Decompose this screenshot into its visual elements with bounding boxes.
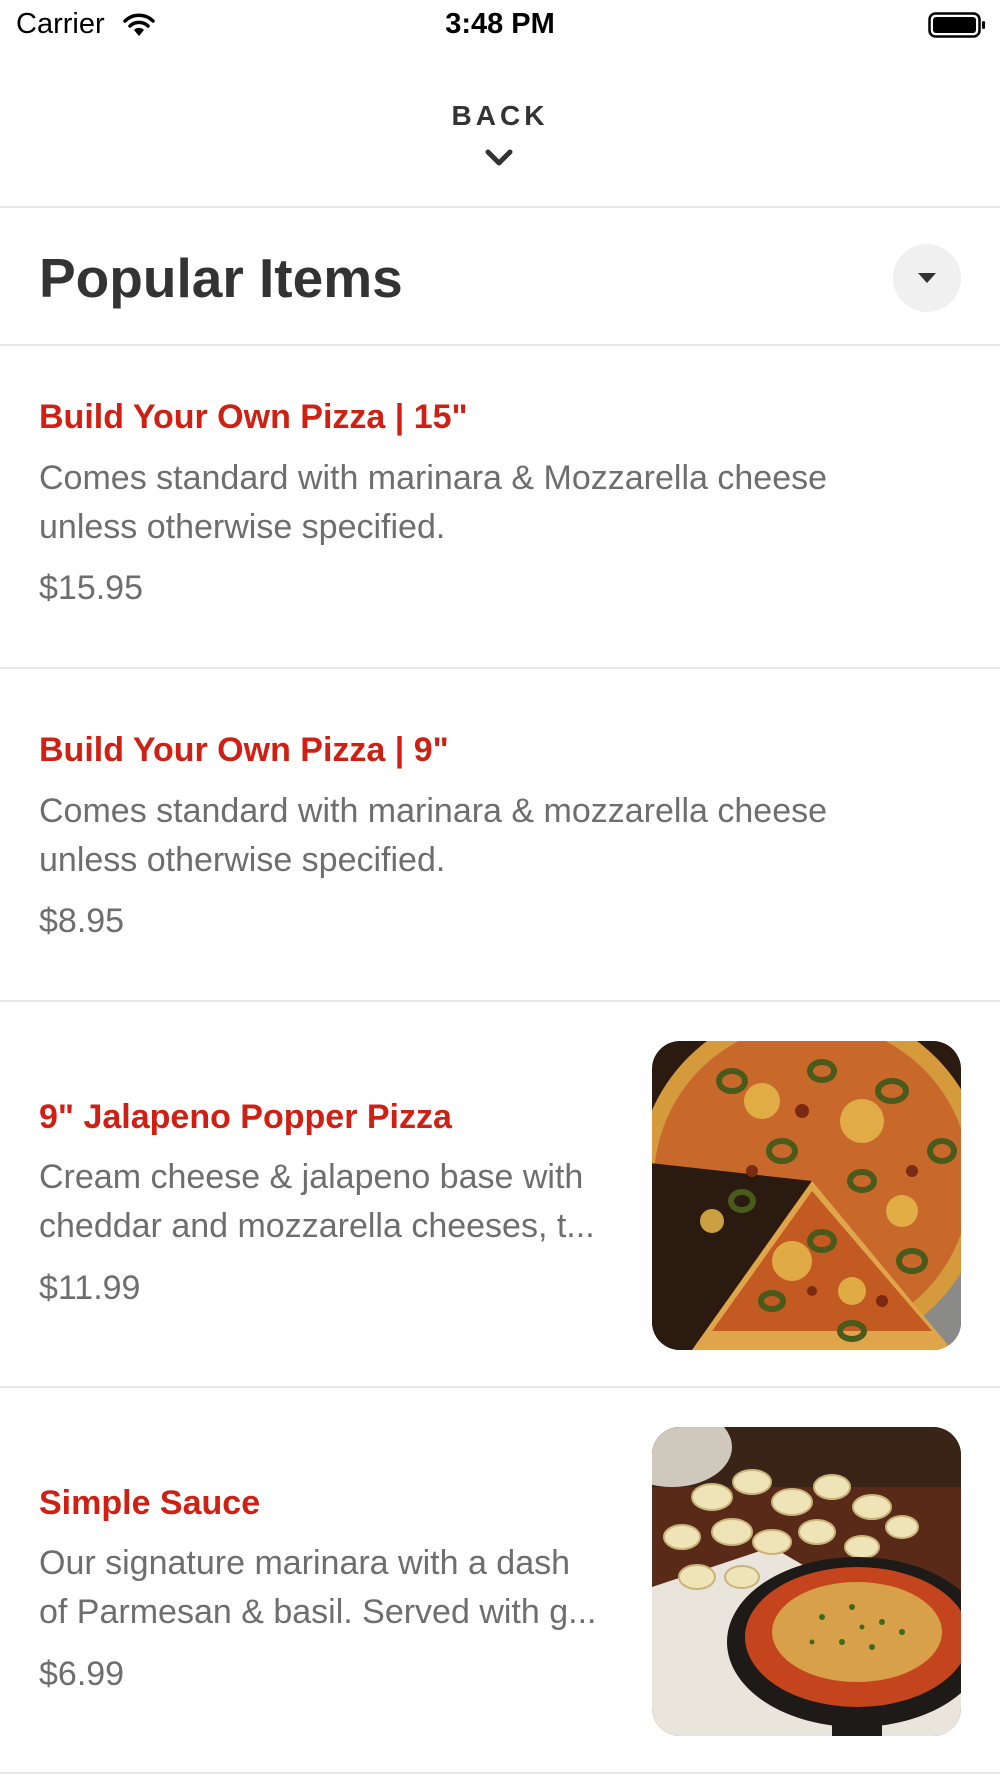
collapse-section-button[interactable]	[893, 244, 961, 312]
item-description-line: Our signature marinara with a dash	[39, 1544, 571, 1582]
chevron-down-icon[interactable]	[484, 148, 514, 168]
item-description-line: of Parmesan & basil. Served with g...	[39, 1593, 597, 1631]
pizza-photo	[652, 1041, 961, 1350]
item-price: $6.99	[39, 1655, 125, 1693]
jalapeno-pizza-image[interactable]	[652, 1041, 961, 1350]
clock-time: 3:48 PM	[445, 8, 555, 40]
section-header: Popular Items	[0, 208, 1000, 346]
menu-item[interactable]: Build Your Own Pizza | 15" Comes standar…	[0, 346, 1000, 669]
item-name: Simple Sauce	[39, 1484, 261, 1522]
item-description-line: unless otherwise specified.	[39, 841, 446, 879]
item-description: Comes standard with marinara & mozzarell…	[39, 787, 939, 885]
status-bar: Carrier 3:48 PM	[0, 0, 1000, 50]
battery-icon	[928, 12, 985, 38]
menu-item[interactable]: Build Your Own Pizza | 9" Comes standard…	[0, 669, 1000, 1002]
back-button-label[interactable]: BACK	[0, 100, 1000, 132]
item-description-line: cheddar and mozzarella cheeses, t...	[39, 1207, 595, 1245]
item-name: Build Your Own Pizza | 9"	[39, 731, 449, 769]
item-description: Comes standard with marinara & Mozzarell…	[39, 454, 939, 552]
simple-sauce-image[interactable]	[652, 1427, 961, 1736]
item-description-line: unless otherwise specified.	[39, 508, 446, 546]
item-price: $8.95	[39, 902, 125, 940]
menu-item[interactable]: 9" Jalapeno Popper Pizza Cream cheese & …	[0, 1002, 1000, 1388]
item-description-line: Cream cheese & jalapeno base with	[39, 1158, 584, 1196]
caret-down-icon	[918, 273, 936, 283]
menu-item[interactable]: Simple Sauce Our signature marinara with…	[0, 1388, 1000, 1774]
item-description-line: Comes standard with marinara & mozzarell…	[39, 792, 828, 830]
sauce-photo	[652, 1427, 961, 1736]
item-price: $15.95	[39, 569, 143, 607]
item-name: Build Your Own Pizza | 15"	[39, 398, 468, 436]
section-title: Popular Items	[39, 247, 403, 309]
item-description: Our signature marinara with a dash of Pa…	[39, 1539, 619, 1637]
back-header[interactable]: BACK	[0, 50, 1000, 208]
item-name: 9" Jalapeno Popper Pizza	[39, 1098, 452, 1136]
item-description: Cream cheese & jalapeno base with chedda…	[39, 1153, 619, 1251]
item-description-line: Comes standard with marinara & Mozzarell…	[39, 459, 828, 497]
item-price: $11.99	[39, 1269, 141, 1307]
